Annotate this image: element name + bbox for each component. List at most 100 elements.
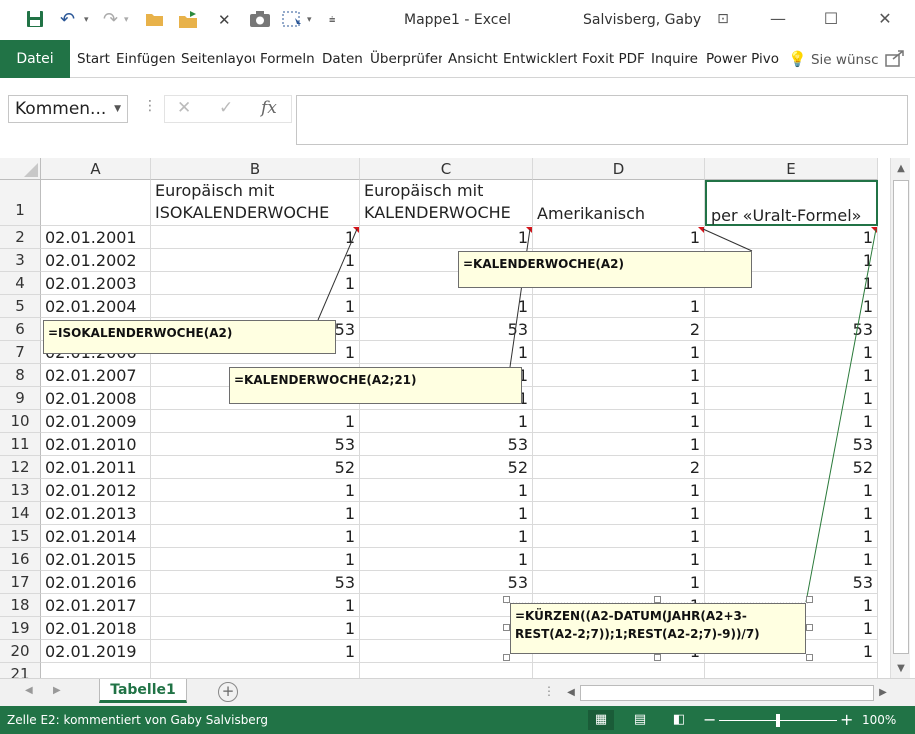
row-header[interactable]: 19 xyxy=(0,617,41,640)
cell-d17[interactable]: 1 xyxy=(533,571,705,594)
zoom-level[interactable]: 100% xyxy=(862,713,896,727)
enter-icon[interactable]: ✓ xyxy=(219,98,233,118)
comment-d2[interactable]: =KALENDERWOCHE(A2) xyxy=(458,251,752,288)
undo-icon[interactable]: ↶ xyxy=(60,10,75,30)
column-header-e[interactable]: E xyxy=(705,158,878,180)
scroll-down-icon[interactable]: ▼ xyxy=(892,660,910,678)
cancel-icon[interactable]: ✕ xyxy=(177,98,191,118)
redo-icon[interactable]: ↷ xyxy=(103,10,118,30)
cell-d10[interactable]: 1 xyxy=(533,410,705,433)
cell-e7[interactable]: 1 xyxy=(705,341,878,364)
row-header[interactable]: 3 xyxy=(0,249,41,272)
row-header[interactable]: 5 xyxy=(0,295,41,318)
cell-e12[interactable]: 52 xyxy=(705,456,878,479)
cell-c17[interactable]: 53 xyxy=(360,571,533,594)
cell-b18[interactable]: 1 xyxy=(151,594,360,617)
row-header[interactable]: 7 xyxy=(0,341,41,364)
undo-dropdown-icon[interactable]: ▾ xyxy=(84,10,89,30)
row-header[interactable]: 11 xyxy=(0,433,41,456)
tab-file[interactable]: Datei xyxy=(0,40,70,78)
resize-handle[interactable] xyxy=(503,624,510,631)
column-header-a[interactable]: A xyxy=(41,158,151,180)
cell-b4[interactable]: 1 xyxy=(151,272,360,295)
row-header[interactable]: 13 xyxy=(0,479,41,502)
cell-e17[interactable]: 53 xyxy=(705,571,878,594)
row-header[interactable]: 2 xyxy=(0,226,41,249)
cell-b13[interactable]: 1 xyxy=(151,479,360,502)
comment-e2[interactable]: =KÜRZEN((A2-DATUM(JAHR(A2+3- REST(A2-2;7… xyxy=(510,603,806,654)
zoom-out-icon[interactable]: − xyxy=(703,710,716,730)
cell-b3[interactable]: 1 xyxy=(151,249,360,272)
cell-e15[interactable]: 1 xyxy=(705,525,878,548)
cell-a8[interactable]: 02.01.2007 xyxy=(41,364,151,387)
cell-c2[interactable]: 1 xyxy=(360,226,533,249)
cell-e11[interactable]: 53 xyxy=(705,433,878,456)
resize-handle[interactable] xyxy=(503,596,510,603)
cell-c1[interactable]: Europäisch mit KALENDERWOCHE xyxy=(360,180,533,226)
close-button[interactable]: ✕ xyxy=(870,6,900,32)
cell-c16[interactable]: 1 xyxy=(360,548,533,571)
column-header-b[interactable]: B xyxy=(151,158,360,180)
cell-a13[interactable]: 02.01.2012 xyxy=(41,479,151,502)
open-folder-icon[interactable] xyxy=(145,10,165,30)
resize-grip-icon[interactable]: ⋮ xyxy=(143,98,157,114)
row-header[interactable]: 14 xyxy=(0,502,41,525)
column-header-d[interactable]: D xyxy=(533,158,705,180)
page-layout-view-icon[interactable]: ▤ xyxy=(627,710,653,730)
cell-d12[interactable]: 2 xyxy=(533,456,705,479)
cell-a10[interactable]: 02.01.2009 xyxy=(41,410,151,433)
cell-e8[interactable]: 1 xyxy=(705,364,878,387)
cell-a18[interactable]: 02.01.2017 xyxy=(41,594,151,617)
resize-handle[interactable] xyxy=(654,654,661,661)
horizontal-scrollbar[interactable]: ◀ ▶ xyxy=(562,684,892,702)
normal-view-icon[interactable]: ▦ xyxy=(588,710,614,730)
add-sheet-icon[interactable]: + xyxy=(218,682,238,702)
cell-b11[interactable]: 53 xyxy=(151,433,360,456)
resize-handle[interactable] xyxy=(806,596,813,603)
cell-b20[interactable]: 1 xyxy=(151,640,360,663)
cell-e16[interactable]: 1 xyxy=(705,548,878,571)
horizontal-scroll-thumb[interactable] xyxy=(580,685,874,701)
tab-insert[interactable]: Einfügen xyxy=(116,40,176,78)
page-break-view-icon[interactable]: ◧ xyxy=(666,710,692,730)
resize-handle[interactable] xyxy=(806,624,813,631)
cut-icon[interactable]: ✕ xyxy=(218,10,231,30)
cell-d8[interactable]: 1 xyxy=(533,364,705,387)
ribbon-display-icon[interactable]: ⊡ xyxy=(708,6,738,32)
minimize-button[interactable]: — xyxy=(763,6,793,32)
select-dropdown-icon[interactable]: ▾ xyxy=(307,10,312,30)
resize-handle[interactable] xyxy=(806,654,813,661)
sheet-next-icon[interactable]: ▶ xyxy=(53,685,61,696)
cell-a12[interactable]: 02.01.2011 xyxy=(41,456,151,479)
zoom-slider-thumb[interactable] xyxy=(776,714,780,727)
cell-e10[interactable]: 1 xyxy=(705,410,878,433)
cell-b16[interactable]: 1 xyxy=(151,548,360,571)
cell-c6[interactable]: 53 xyxy=(360,318,533,341)
cell-c11[interactable]: 53 xyxy=(360,433,533,456)
scroll-up-icon[interactable]: ▲ xyxy=(892,160,910,178)
chevron-down-icon[interactable]: ▼ xyxy=(114,96,121,122)
cell-c10[interactable]: 1 xyxy=(360,410,533,433)
sheet-tab-tabelle1[interactable]: Tabelle1 xyxy=(99,679,187,703)
cell-a19[interactable]: 02.01.2018 xyxy=(41,617,151,640)
cell-e14[interactable]: 1 xyxy=(705,502,878,525)
cell-a14[interactable]: 02.01.2013 xyxy=(41,502,151,525)
vertical-scrollbar[interactable]: ▲ ▼ xyxy=(890,158,910,680)
row-header[interactable]: 8 xyxy=(0,364,41,387)
cell-d13[interactable]: 1 xyxy=(533,479,705,502)
cell-d5[interactable]: 1 xyxy=(533,295,705,318)
cell-a9[interactable]: 02.01.2008 xyxy=(41,387,151,410)
row-header[interactable]: 9 xyxy=(0,387,41,410)
tab-inquire[interactable]: Inquire xyxy=(651,40,701,78)
row-header[interactable]: 15 xyxy=(0,525,41,548)
cell-b19[interactable]: 1 xyxy=(151,617,360,640)
resize-handle[interactable] xyxy=(503,654,510,661)
row-header[interactable]: 4 xyxy=(0,272,41,295)
share-folder-icon[interactable] xyxy=(178,10,200,30)
cell-e5[interactable]: 1 xyxy=(705,295,878,318)
row-header[interactable]: 6 xyxy=(0,318,41,341)
cell-e2[interactable]: 1 xyxy=(705,226,878,249)
cell-d15[interactable]: 1 xyxy=(533,525,705,548)
resize-handle[interactable] xyxy=(654,596,661,603)
formula-input[interactable] xyxy=(296,95,908,145)
